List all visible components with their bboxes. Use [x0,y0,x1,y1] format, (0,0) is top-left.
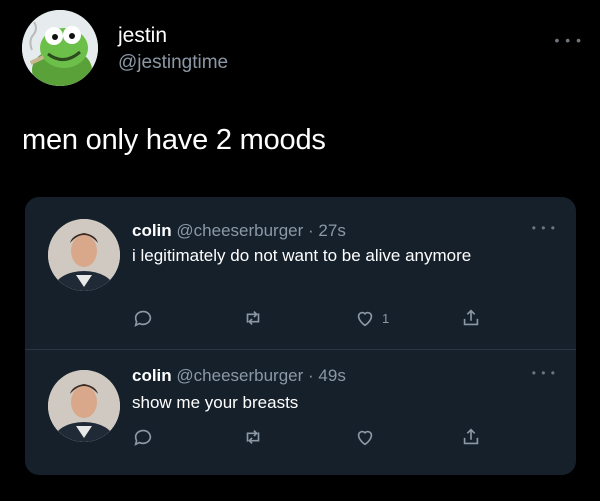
more-options-icon[interactable]: • • • [532,221,556,235]
reply-header: colin @cheeserburger · 49s [132,366,346,386]
reply-item[interactable]: colin @cheeserburger · 27s • • • i legit… [25,197,576,349]
reply-author-name[interactable]: colin [132,221,172,240]
retweet-icon [242,426,264,448]
author-handle[interactable]: @jestingtime [118,52,228,74]
reply-actions [132,426,512,450]
heart-icon [354,307,376,329]
author-name[interactable]: jestin [118,24,167,48]
separator: · [303,221,319,240]
reply-author-handle[interactable]: @cheeserburger [176,366,303,385]
more-options-icon[interactable]: • • • [555,32,582,48]
retweet-icon [242,307,264,329]
reply-author-name[interactable]: colin [132,366,172,385]
reply-button[interactable] [132,307,154,329]
comment-icon [132,426,154,448]
reply-item[interactable]: colin @cheeserburger · 49s • • • show me… [25,350,576,475]
share-icon [460,307,482,329]
share-icon [460,426,482,448]
reply-header: colin @cheeserburger · 27s [132,221,346,241]
reply-text: show me your breasts [132,393,299,412]
separator: · [303,366,319,385]
reply-author-handle[interactable]: @cheeserburger [176,221,303,240]
retweet-button[interactable] [242,307,264,329]
reply-avatar[interactable] [48,370,120,442]
reply-button[interactable] [132,426,154,448]
heart-icon [354,426,376,448]
reply-actions: 1 [132,307,512,331]
more-options-icon[interactable]: • • • [532,366,556,380]
like-count: 1 [382,310,390,326]
like-button[interactable] [354,426,382,448]
like-button[interactable]: 1 [354,307,389,329]
tweet-header: jestin @jestingtime • • • [22,10,582,90]
reply-avatar[interactable] [48,219,120,291]
comment-icon [132,307,154,329]
reply-timestamp[interactable]: 27s [318,221,345,240]
retweet-button[interactable] [242,426,264,448]
author-avatar[interactable] [22,10,98,86]
reply-text: i legitimately do not want to be alive a… [132,246,472,265]
share-button[interactable] [460,307,482,329]
tweet-text: men only have 2 moods [22,124,326,156]
share-button[interactable] [460,426,482,448]
reply-timestamp[interactable]: 49s [318,366,345,385]
replies-card: colin @cheeserburger · 27s • • • i legit… [25,197,576,475]
